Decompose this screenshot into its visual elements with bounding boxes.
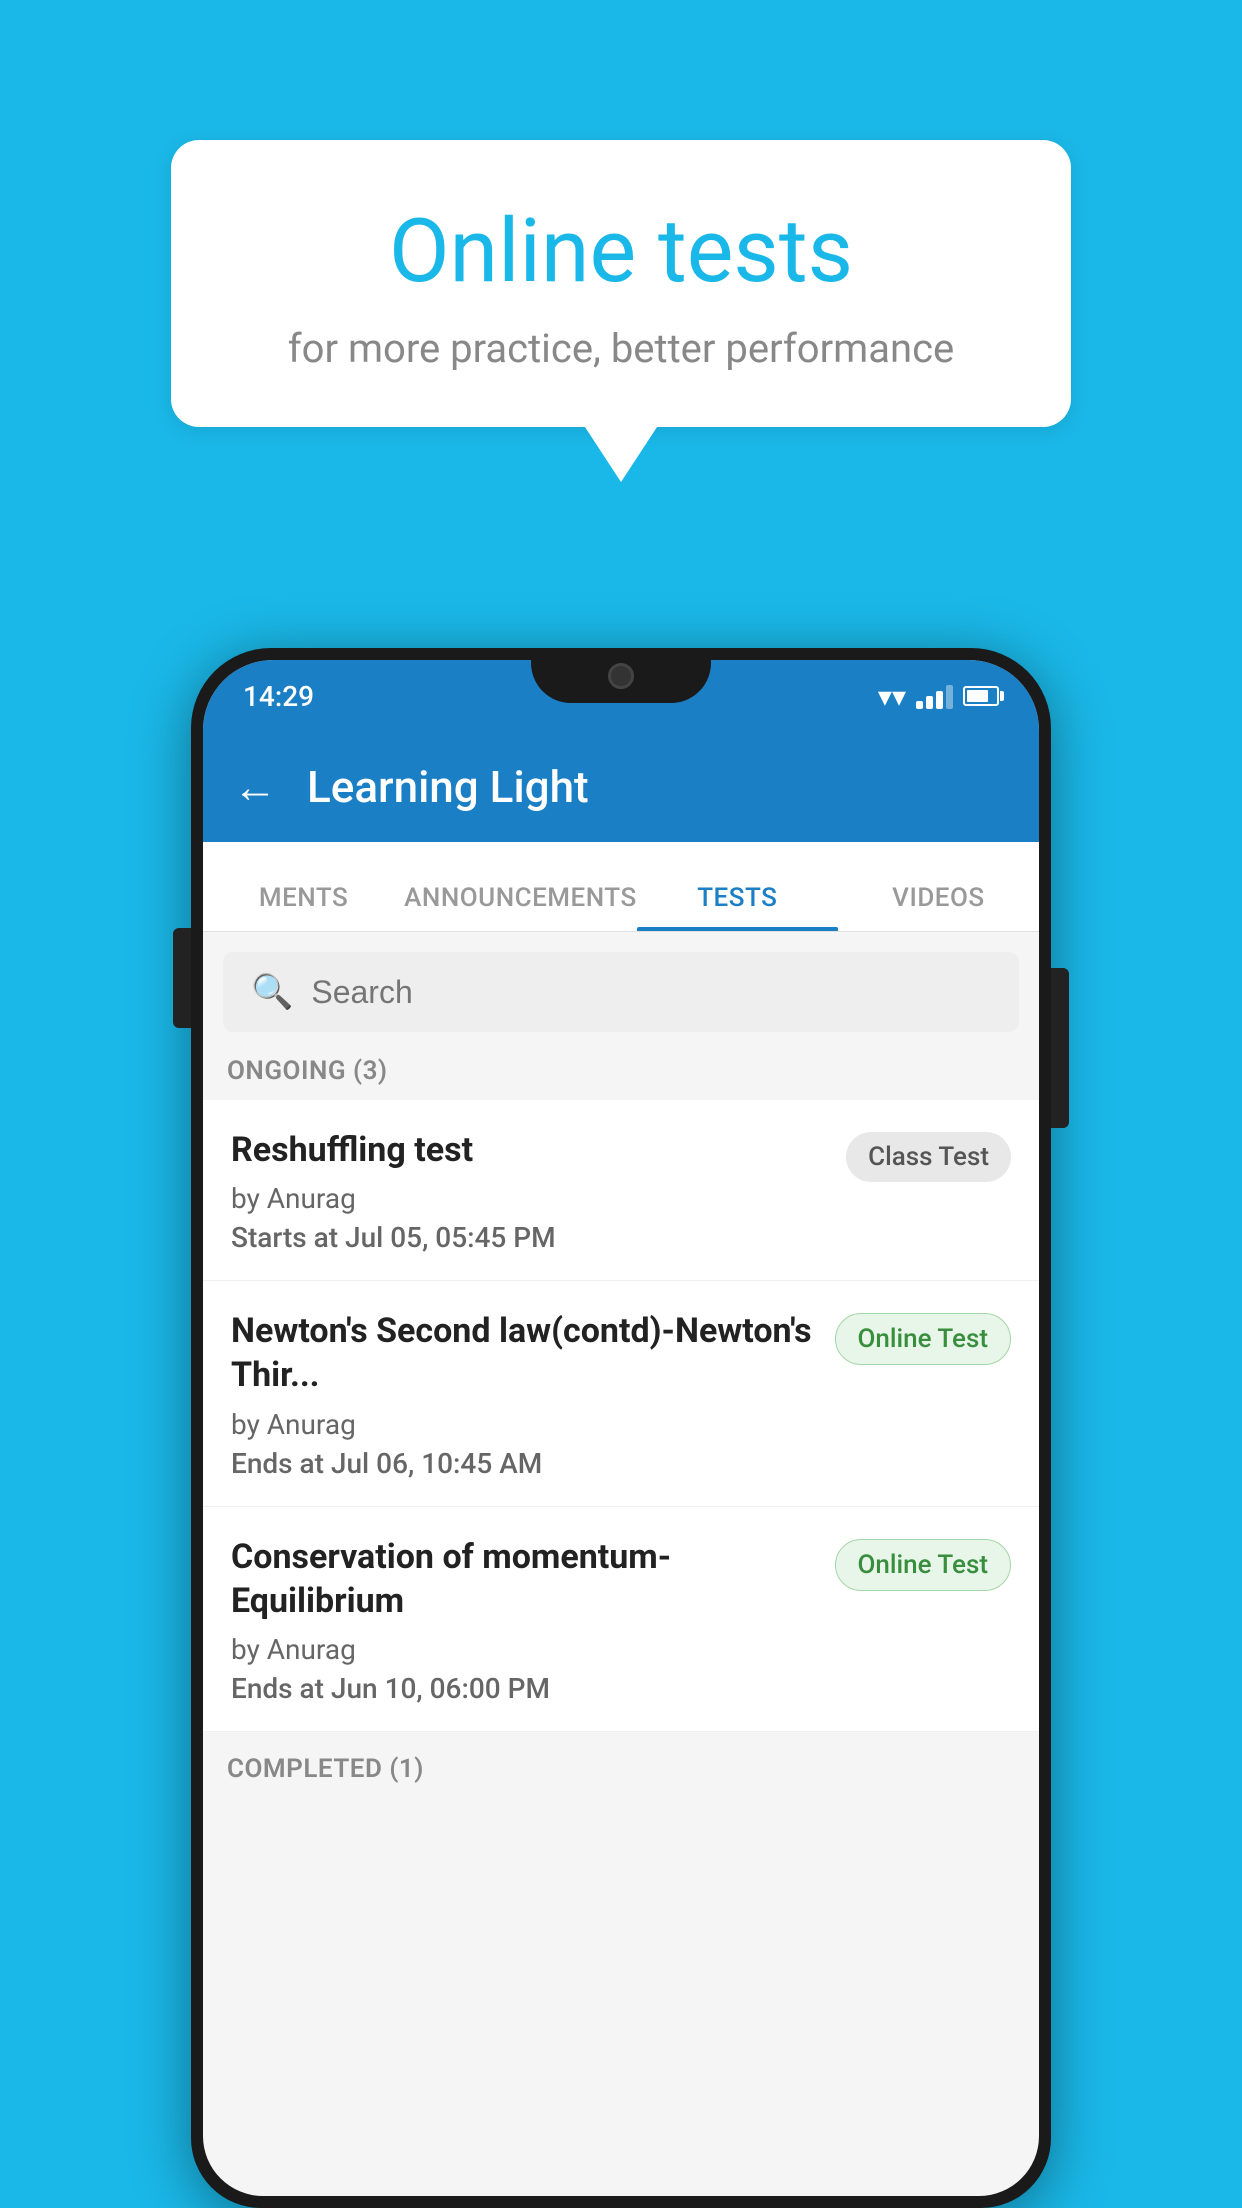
- test-name-newton: Newton's Second law(contd)-Newton's Thir…: [231, 1309, 815, 1397]
- test-item-reshuffling[interactable]: Reshuffling test by Anurag Starts at Jul…: [203, 1100, 1039, 1281]
- promo-bubble: Online tests for more practice, better p…: [171, 140, 1071, 427]
- test-name-reshuffling: Reshuffling test: [231, 1128, 826, 1172]
- tab-videos[interactable]: VIDEOS: [838, 883, 1039, 931]
- phone-frame: 14:29 ▾▾ ← Learning Light: [191, 648, 1051, 2208]
- test-item-conservation[interactable]: Conservation of momentum-Equilibrium by …: [203, 1507, 1039, 1732]
- badge-class-test-reshuffling: Class Test: [846, 1132, 1011, 1182]
- bubble-subtitle: for more practice, better performance: [251, 325, 991, 372]
- bubble-title: Online tests: [251, 200, 991, 303]
- tab-ments[interactable]: MENTS: [203, 883, 404, 931]
- app-bar: ← Learning Light: [203, 732, 1039, 842]
- tabs-bar: MENTS ANNOUNCEMENTS TESTS VIDEOS: [203, 842, 1039, 932]
- test-item-newton[interactable]: Newton's Second law(contd)-Newton's Thir…: [203, 1281, 1039, 1506]
- tests-list: Reshuffling test by Anurag Starts at Jul…: [203, 1100, 1039, 1732]
- camera: [608, 663, 634, 689]
- test-author-newton: by Anurag: [231, 1408, 815, 1441]
- test-info-reshuffling: Reshuffling test by Anurag Starts at Jul…: [231, 1128, 846, 1254]
- speech-bubble-card: Online tests for more practice, better p…: [171, 140, 1071, 427]
- notch: [531, 648, 711, 703]
- tab-tests[interactable]: TESTS: [637, 883, 838, 931]
- wifi-icon: ▾▾: [878, 680, 906, 713]
- search-icon: 🔍: [251, 972, 293, 1012]
- ongoing-section-header: ONGOING (3): [203, 1032, 1039, 1100]
- test-info-conservation: Conservation of momentum-Equilibrium by …: [231, 1535, 835, 1705]
- phone-screen: 14:29 ▾▾ ← Learning Light: [203, 660, 1039, 2196]
- phone-mockup: 14:29 ▾▾ ← Learning Light: [191, 648, 1051, 2208]
- status-icons: ▾▾: [878, 680, 999, 713]
- battery-fill: [967, 690, 988, 702]
- test-time-newton: Ends at Jul 06, 10:45 AM: [231, 1447, 815, 1480]
- battery-icon: [963, 686, 999, 706]
- completed-section-header: COMPLETED (1): [203, 1732, 1039, 1798]
- app-title: Learning Light: [307, 761, 589, 813]
- test-author-reshuffling: by Anurag: [231, 1182, 826, 1215]
- search-bar[interactable]: 🔍: [223, 952, 1019, 1032]
- tab-announcements[interactable]: ANNOUNCEMENTS: [404, 883, 637, 931]
- test-name-conservation: Conservation of momentum-Equilibrium: [231, 1535, 815, 1623]
- search-input[interactable]: [311, 974, 991, 1011]
- back-button[interactable]: ←: [233, 761, 277, 813]
- test-time-reshuffling: Starts at Jul 05, 05:45 PM: [231, 1221, 826, 1254]
- badge-online-newton: Online Test: [835, 1313, 1012, 1365]
- test-info-newton: Newton's Second law(contd)-Newton's Thir…: [231, 1309, 835, 1479]
- test-author-conservation: by Anurag: [231, 1633, 815, 1666]
- test-time-conservation: Ends at Jun 10, 06:00 PM: [231, 1672, 815, 1705]
- badge-online-conservation: Online Test: [835, 1539, 1012, 1591]
- status-time: 14:29: [243, 680, 314, 713]
- signal-icon: [916, 683, 953, 709]
